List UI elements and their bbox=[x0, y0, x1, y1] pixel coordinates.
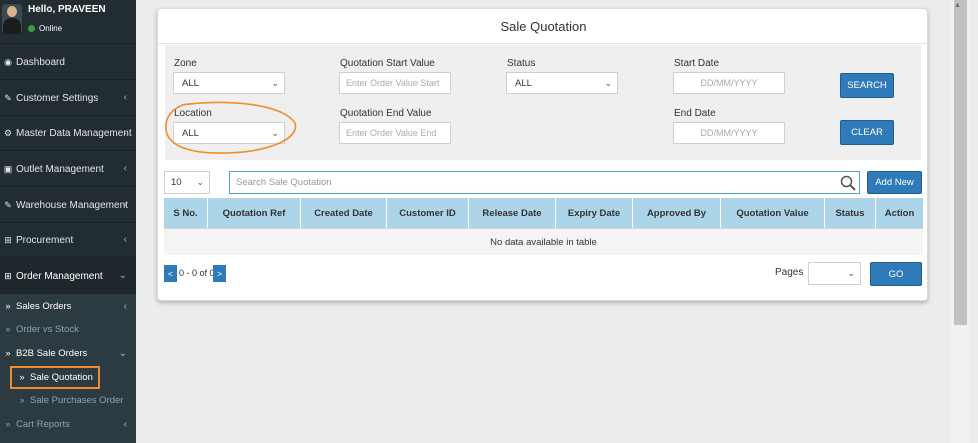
chevron-down-icon: ⌄ bbox=[604, 78, 612, 88]
next-page-button[interactable]: > bbox=[213, 265, 226, 282]
go-button[interactable]: GO bbox=[870, 262, 922, 286]
title-divider bbox=[158, 43, 929, 44]
start-date-label: Start Date bbox=[674, 58, 720, 69]
chevron-down-icon: ⌄ bbox=[196, 177, 204, 187]
end-date-label: End Date bbox=[674, 108, 716, 119]
column-header[interactable]: Release Date bbox=[469, 198, 556, 228]
scrollbar-thumb[interactable] bbox=[954, 0, 967, 325]
double-chevron-right-icon: » bbox=[19, 395, 25, 405]
prev-page-button[interactable]: < bbox=[164, 265, 177, 282]
sidebar-item-order-management[interactable]: ⊞ Order Management ⌄ bbox=[0, 259, 136, 294]
quotation-end-label: Quotation End Value bbox=[340, 108, 432, 119]
annotation-highlight-box bbox=[10, 366, 100, 389]
submenu-item-order-vs-stock[interactable]: » Order vs Stock bbox=[0, 318, 136, 340]
double-chevron-right-icon: » bbox=[5, 348, 11, 358]
column-header[interactable]: Quotation Ref bbox=[208, 198, 301, 228]
chevron-left-icon: ‹ bbox=[123, 127, 127, 138]
search-button[interactable]: SEARCH bbox=[840, 73, 894, 98]
column-header[interactable]: Status bbox=[825, 198, 876, 228]
page-title: Sale Quotation bbox=[500, 19, 587, 34]
column-header[interactable]: Expiry Date bbox=[556, 198, 633, 228]
status-select[interactable]: ALL ⌄ bbox=[506, 72, 618, 94]
sidebar-item-warehouse-management[interactable]: ✎ Warehouse Management ‹ bbox=[0, 188, 136, 223]
user-panel: Hello, PRAVEEN Online bbox=[0, 0, 136, 44]
outlet-icon: ▣ bbox=[3, 163, 13, 174]
wrench-icon: ✎ bbox=[4, 92, 12, 103]
user-status: Online bbox=[28, 24, 62, 33]
table-search-input[interactable]: Search Sale Quotation bbox=[229, 171, 860, 194]
start-date-input[interactable]: DD/MM/YYYY bbox=[673, 72, 785, 94]
sidebar-item-outlet-management[interactable]: ▣ Outlet Management ‹ bbox=[0, 152, 136, 187]
chevron-down-icon: ⌄ bbox=[118, 270, 127, 281]
zone-label: Zone bbox=[174, 58, 197, 69]
submenu-item-sales-orders[interactable]: » Sales Orders ‹ bbox=[0, 295, 136, 317]
search-icon[interactable] bbox=[840, 175, 856, 191]
user-greeting: Hello, PRAVEEN bbox=[28, 4, 106, 15]
sidebar-item-customer-settings[interactable]: ✎ Customer Settings ‹ bbox=[0, 81, 136, 116]
double-chevron-right-icon: » bbox=[5, 324, 11, 334]
chevron-down-icon: ⌄ bbox=[271, 78, 279, 88]
scroll-up-icon[interactable]: ▲ bbox=[954, 2, 961, 9]
gear-icon: ⚙ bbox=[3, 127, 13, 138]
column-header[interactable]: Approved By bbox=[633, 198, 721, 228]
end-date-input[interactable]: DD/MM/YYYY bbox=[673, 122, 785, 144]
dashboard-icon: ◉ bbox=[4, 56, 12, 67]
submenu-item-b2b-sale-orders[interactable]: » B2B Sale Orders ⌄ bbox=[0, 342, 136, 364]
cart-icon: ⊞ bbox=[4, 270, 12, 281]
chevron-left-icon: ‹ bbox=[123, 92, 127, 103]
submenu-item-sale-purchases-order[interactable]: » Sale Purchases Order bbox=[0, 389, 136, 411]
chevron-left-icon: ‹ bbox=[123, 234, 127, 245]
cart-icon: ⊞ bbox=[4, 234, 12, 245]
chevron-left-icon: ‹ bbox=[123, 163, 127, 174]
add-new-button[interactable]: Add New bbox=[867, 171, 922, 194]
column-header[interactable]: Quotation Value bbox=[721, 198, 825, 228]
chevron-left-icon: ‹ bbox=[123, 199, 127, 210]
column-header[interactable]: Created Date bbox=[301, 198, 387, 228]
pagination-info: 0 - 0 of 0 bbox=[179, 268, 215, 278]
column-header[interactable]: Customer ID bbox=[387, 198, 469, 228]
submenu-item-cart-reports[interactable]: » Cart Reports ‹ bbox=[0, 413, 136, 435]
pages-select[interactable]: ⌄ bbox=[808, 262, 861, 285]
quotation-start-label: Quotation Start Value bbox=[340, 58, 435, 69]
quotation-start-input[interactable]: Enter Order Value Start bbox=[339, 72, 451, 94]
online-dot-icon bbox=[28, 25, 35, 32]
column-header[interactable]: S No. bbox=[164, 198, 208, 228]
column-header[interactable]: Action bbox=[876, 198, 923, 228]
wrench-icon: ✎ bbox=[4, 199, 12, 210]
sidebar-item-master-data[interactable]: ⚙ Master Data Management ‹ bbox=[0, 116, 136, 151]
quotation-end-input[interactable]: Enter Order Value End bbox=[339, 122, 451, 144]
empty-table-message: No data available in table bbox=[164, 228, 923, 255]
chevron-down-icon: ⌄ bbox=[118, 347, 127, 359]
zone-select[interactable]: ALL ⌄ bbox=[173, 72, 285, 94]
pages-label: Pages bbox=[775, 267, 804, 278]
sidebar-item-procurement[interactable]: ⊞ Procurement ‹ bbox=[0, 223, 136, 258]
avatar bbox=[2, 4, 22, 34]
table-header: S No. Quotation Ref Created Date Custome… bbox=[164, 198, 923, 228]
chevron-down-icon: ⌄ bbox=[847, 268, 855, 278]
sidebar-item-dashboard[interactable]: ◉ Dashboard bbox=[0, 45, 136, 80]
chevron-left-icon: ‹ bbox=[123, 418, 127, 430]
page-length-select[interactable]: 10 ⌄ bbox=[164, 171, 210, 194]
status-label: Status bbox=[507, 58, 536, 69]
annotation-ellipse bbox=[165, 101, 297, 154]
chevron-left-icon: ‹ bbox=[123, 300, 127, 312]
double-chevron-right-icon: » bbox=[5, 301, 11, 311]
double-chevron-right-icon: » bbox=[5, 419, 11, 429]
clear-button[interactable]: CLEAR bbox=[840, 120, 894, 145]
